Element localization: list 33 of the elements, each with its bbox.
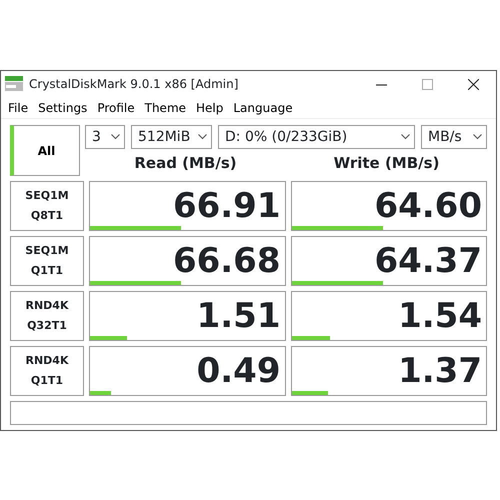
result-cell: 0.49 — [89, 346, 286, 396]
caret-icon — [473, 134, 482, 140]
caret-icon — [111, 134, 120, 140]
window-title: CrystalDiskMark 9.0.1 x86 [Admin] — [29, 76, 240, 93]
result-cell: 1.37 — [290, 346, 487, 396]
menu-item[interactable]: Language — [228, 98, 298, 116]
dropdown[interactable]: D: 0% (0/233GiB) — [218, 125, 415, 149]
menu-item[interactable]: Settings — [33, 98, 92, 116]
dropdown[interactable]: 512MiB — [131, 125, 212, 149]
dropdown[interactable]: 3 — [85, 125, 125, 149]
result-cell: 64.37 — [290, 236, 487, 286]
result-cell: 1.51 — [89, 291, 286, 341]
test-label: RND4K Q1T1 — [10, 346, 84, 396]
all-button[interactable]: All — [10, 125, 80, 176]
maximize-icon — [422, 78, 432, 90]
column-header: Read (MB/s) — [133, 153, 238, 174]
caret-icon — [401, 134, 410, 140]
test-label: RND4K Q32T1 — [10, 291, 84, 341]
close-icon — [468, 78, 478, 90]
caret-icon — [198, 134, 207, 140]
test-label: SEQ1M Q1T1 — [10, 236, 84, 286]
menu-item[interactable]: Help — [191, 98, 228, 116]
menu-item[interactable]: Theme — [140, 98, 192, 116]
result-cell: 66.91 — [89, 181, 286, 231]
dropdown[interactable]: MB/s — [421, 125, 487, 149]
menu-item[interactable]: File — [3, 98, 34, 116]
test-label: SEQ1M Q8T1 — [10, 181, 84, 231]
result-cell: 1.54 — [290, 291, 487, 341]
result-cell: 66.68 — [89, 236, 286, 286]
column-header: Write (MB/s) — [332, 153, 440, 174]
result-cell: 64.60 — [290, 181, 487, 231]
menu-item[interactable]: Profile — [92, 98, 140, 116]
app-icon — [5, 76, 23, 92]
